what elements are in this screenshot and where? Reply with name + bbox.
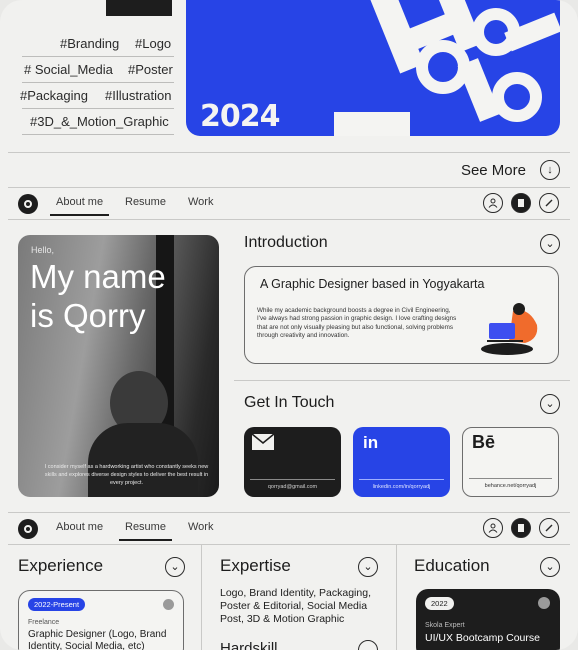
divider xyxy=(22,108,174,109)
top-dark-block xyxy=(106,0,172,16)
experience-card: 2022-Present Freelance Graphic Designer … xyxy=(18,590,184,650)
divider xyxy=(359,479,444,480)
banner-shape xyxy=(492,72,542,122)
chevron-down-icon[interactable]: ⌄ xyxy=(165,557,185,577)
school-name: Skola Expert xyxy=(425,622,465,629)
divider xyxy=(22,134,174,135)
tag-poster[interactable]: #Poster xyxy=(128,62,173,77)
date-badge: 2022 xyxy=(425,597,454,610)
portfolio-page: #Branding #Logo # Social_Media #Poster #… xyxy=(0,0,578,650)
tab-work[interactable]: Work xyxy=(188,521,213,533)
column-divider xyxy=(201,544,202,650)
divider xyxy=(250,479,335,480)
column-divider xyxy=(396,544,397,650)
email-card[interactable]: qorryad@gmail.com xyxy=(244,427,341,497)
tag-social-media[interactable]: # Social_Media xyxy=(24,62,113,77)
chevron-down-icon[interactable]: ⌄ xyxy=(358,640,378,650)
behance-icon: Bē xyxy=(472,432,496,452)
introduction-card-body: While my academic background boosts a de… xyxy=(257,307,457,340)
email-address: qorryad@gmail.com xyxy=(267,484,318,490)
pin-icon xyxy=(163,599,174,610)
section-divider xyxy=(8,219,570,220)
section-divider xyxy=(8,152,570,153)
expertise-list: Logo, Brand Identity, Packaging, Poster … xyxy=(220,587,371,625)
linkedin-card[interactable]: in linkedin.com/in/qorryadj xyxy=(353,427,450,497)
document-icon[interactable] xyxy=(511,518,531,538)
profile-photo-card: Hello, My name is Qorry I consider mysel… xyxy=(18,235,219,497)
education-card: 2022 Skola Expert UI/UX Bootcamp Course xyxy=(416,589,560,650)
mail-icon xyxy=(252,434,274,450)
education-title: Education xyxy=(414,556,490,575)
role-title: Graphic Designer (Logo, Brand Identity, … xyxy=(28,629,167,650)
logo-icon[interactable] xyxy=(18,519,38,539)
section-divider xyxy=(8,544,570,545)
behance-card[interactable]: Bē behance.net/qorryadj xyxy=(462,427,559,497)
tab-work[interactable]: Work xyxy=(188,196,213,208)
tag-packaging[interactable]: #Packaging xyxy=(20,88,88,103)
section-divider xyxy=(8,512,570,513)
banner-year: 2024 xyxy=(200,99,280,134)
tab-resume[interactable]: Resume xyxy=(125,196,166,208)
chevron-down-icon[interactable]: ⌄ xyxy=(540,234,560,254)
tab-about-me[interactable]: About me xyxy=(56,521,103,533)
user-icon[interactable] xyxy=(483,193,503,213)
introduction-title: Introduction xyxy=(244,234,328,251)
portfolio-banner: 2024 xyxy=(186,0,560,136)
date-badge: 2022-Present xyxy=(28,598,86,611)
chevron-down-icon[interactable]: ⌄ xyxy=(540,557,560,577)
resume-nav: About me Resume Work xyxy=(18,515,560,543)
chevron-down-icon[interactable]: ⌄ xyxy=(358,557,378,577)
designer-illustration xyxy=(481,303,538,355)
tag-branding[interactable]: #Branding xyxy=(60,36,119,51)
user-icon[interactable] xyxy=(483,518,503,538)
tab-resume[interactable]: Resume xyxy=(119,521,172,541)
logo-icon[interactable] xyxy=(18,194,38,214)
pencil-icon[interactable] xyxy=(539,518,559,538)
document-icon[interactable] xyxy=(511,193,531,213)
tag-illustration[interactable]: #Illustration xyxy=(105,88,171,103)
divider xyxy=(22,82,174,83)
tab-about-me[interactable]: About me xyxy=(49,196,110,216)
profile-greeting: Hello, xyxy=(31,245,55,255)
profile-name-line: My name xyxy=(30,258,166,295)
banner-shape xyxy=(334,112,410,136)
hardskill-title: Hardskill xyxy=(220,640,278,650)
arrow-down-icon[interactable]: ↓ xyxy=(540,160,560,180)
profile-blurb: I consider myself as a hardworking artis… xyxy=(44,464,209,486)
divider xyxy=(22,56,174,57)
check-icon xyxy=(538,597,550,609)
profile-name-line: is Qorry xyxy=(30,297,146,334)
divider xyxy=(469,478,552,479)
tag-logo[interactable]: #Logo xyxy=(135,36,171,51)
section-divider xyxy=(234,380,570,381)
behance-url: behance.net/qorryadj xyxy=(484,483,537,489)
profile-name: My name is Qorry xyxy=(30,257,166,335)
tag-3d-motion-graphic[interactable]: #3D_&_Motion_Graphic xyxy=(30,114,169,129)
pencil-icon[interactable] xyxy=(539,193,559,213)
see-more-link[interactable]: See More xyxy=(461,162,526,179)
top-nav: About me Resume Work xyxy=(18,190,560,218)
linkedin-icon: in xyxy=(363,433,379,452)
introduction-card-title: A Graphic Designer based in Yogyakarta xyxy=(260,277,485,291)
section-divider xyxy=(8,187,570,188)
role-type: Freelance xyxy=(28,619,60,626)
introduction-card: A Graphic Designer based in Yogyakarta W… xyxy=(244,266,559,364)
course-title: UI/UX Bootcamp Course xyxy=(425,632,540,644)
chevron-down-icon[interactable]: ⌄ xyxy=(540,394,560,414)
linkedin-url: linkedin.com/in/qorryadj xyxy=(372,484,431,490)
experience-title: Experience xyxy=(18,556,104,575)
expertise-title: Expertise xyxy=(220,556,291,575)
contact-title: Get In Touch xyxy=(244,394,335,411)
